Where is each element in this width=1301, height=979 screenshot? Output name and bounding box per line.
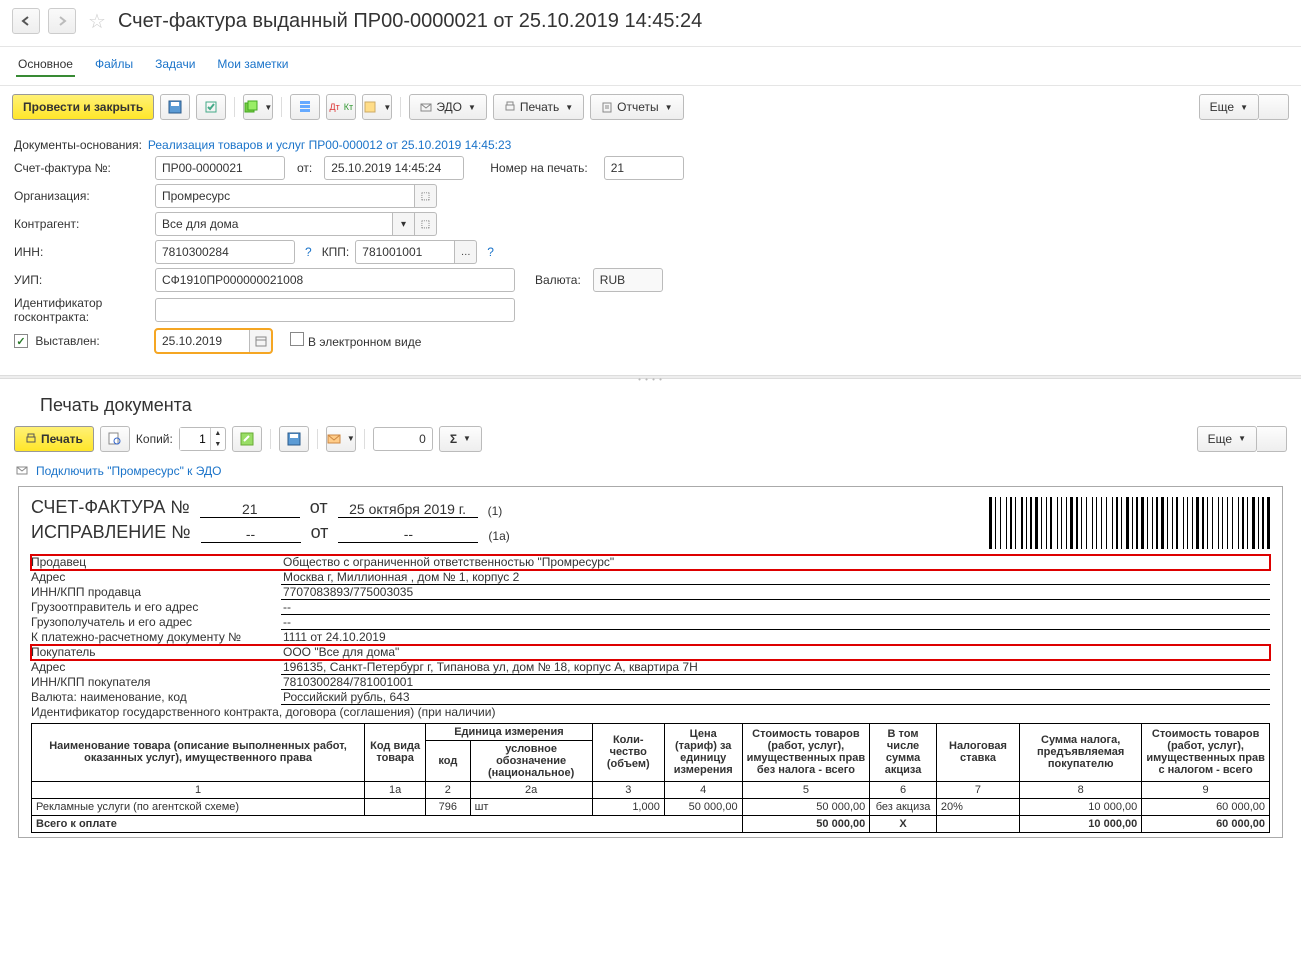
save-doc-button[interactable] xyxy=(279,426,309,452)
org-open-button[interactable]: ⬚ xyxy=(415,184,437,208)
kpp-select-button[interactable]: … xyxy=(455,240,477,264)
invoice-no-field[interactable]: ПР00-0000021 xyxy=(155,156,285,180)
counterparty-select-button[interactable]: ▾ xyxy=(393,212,415,236)
attach-button[interactable]: ▼ xyxy=(362,94,392,120)
doc-kv-row: Валюта: наименование, кодРоссийский рубл… xyxy=(31,690,1270,705)
preview-button[interactable] xyxy=(100,426,130,452)
uip-label: УИП: xyxy=(14,273,149,287)
sf-line1a: (1а) xyxy=(488,529,509,543)
tab-tasks[interactable]: Задачи xyxy=(153,53,197,77)
save-button[interactable] xyxy=(160,94,190,120)
help-button-2[interactable] xyxy=(1257,426,1287,452)
sf-no: 21 xyxy=(200,501,300,518)
issued-date-field[interactable]: 25.10.2019 xyxy=(155,329,250,353)
kpp-field[interactable]: 781001001 xyxy=(355,240,455,264)
reports-button[interactable]: Отчеты▼ xyxy=(590,94,683,120)
goscontract-field[interactable] xyxy=(155,298,515,322)
help-button[interactable] xyxy=(1259,94,1289,120)
page-title: Счет-фактура выданный ПР00-0000021 от 25… xyxy=(118,10,702,33)
invoice-no-label: Счет-фактура №: xyxy=(14,161,149,175)
edo-icon xyxy=(16,464,30,478)
sf-date: 25 октября 2019 г. xyxy=(338,501,478,518)
doc-kv-row: К платежно-расчетному документу №1111 от… xyxy=(31,630,1270,645)
goscontract-label: Идентификатор госконтракта: xyxy=(14,296,149,325)
doc-kv-row: АдресМосква г, Миллионная , дом № 1, кор… xyxy=(31,570,1270,585)
doc-kv-row: ИНН/КПП продавца7707083893/775003035 xyxy=(31,585,1270,600)
issued-checkbox[interactable] xyxy=(14,334,28,348)
barcode xyxy=(989,497,1270,549)
currency-field: RUB xyxy=(593,268,663,292)
copies-label: Копий: xyxy=(136,432,173,446)
edit-cell-button[interactable] xyxy=(232,426,262,452)
create-based-on-button[interactable]: ▼ xyxy=(243,94,273,120)
sigma-button[interactable]: Σ▼ xyxy=(439,426,482,452)
from-date-field[interactable]: 25.10.2019 14:45:24 xyxy=(324,156,464,180)
favorite-star-icon[interactable]: ☆ xyxy=(88,9,106,34)
edo-button[interactable]: ЭДО▼ xyxy=(409,94,487,120)
kpp-label: КПП: xyxy=(322,245,350,259)
more-button-2[interactable]: Еще▼ xyxy=(1197,426,1257,452)
structure-button[interactable] xyxy=(290,94,320,120)
dt-kt-button[interactable]: ДтКт xyxy=(326,94,356,120)
post-and-close-button[interactable]: Провести и закрыть xyxy=(12,94,154,120)
sf-ot: от xyxy=(310,497,328,518)
sf-line1: (1) xyxy=(488,504,503,518)
inn-label: ИНН: xyxy=(14,245,149,259)
inn-field[interactable]: 7810300284 xyxy=(155,240,295,264)
nav-forward-button[interactable] xyxy=(48,8,76,34)
tab-files[interactable]: Файлы xyxy=(93,53,135,77)
corr-ot: от xyxy=(311,522,329,543)
sf-label: СЧЕТ-ФАКТУРА № xyxy=(31,497,190,518)
print-section-title: Печать документа xyxy=(0,385,1301,422)
doc-kv-row: ИНН/КПП покупателя7810300284/781001001 xyxy=(31,675,1270,690)
goscontract-line: Идентификатор государственного контракта… xyxy=(31,705,1270,719)
document-preview: СЧЕТ-ФАКТУРА № 21 от 25 октября 2019 г. … xyxy=(18,486,1283,838)
tab-main[interactable]: Основное xyxy=(16,53,75,77)
corr-date: -- xyxy=(338,526,478,543)
print-no-field[interactable]: 21 xyxy=(604,156,684,180)
print-no-label: Номер на печать: xyxy=(490,161,587,175)
doc-kv-row: ПокупательООО "Все для дома" xyxy=(31,645,1270,660)
tab-notes[interactable]: Мои заметки xyxy=(215,53,290,77)
print-button[interactable]: Печать▼ xyxy=(493,94,584,120)
inn-help-icon[interactable]: ? xyxy=(305,245,312,259)
copies-spinner[interactable]: ▲▼ xyxy=(179,427,226,451)
uip-field[interactable]: СФ1910ПР000000021008 xyxy=(155,268,515,292)
items-table: Наименование товара (описание выполненны… xyxy=(31,723,1270,833)
issued-label: Выставлен: xyxy=(14,334,149,349)
counterparty-label: Контрагент: xyxy=(14,217,149,231)
from-label: от: xyxy=(297,161,312,175)
doc-kv-row: Грузоотправитель и его адрес-- xyxy=(31,600,1270,615)
doc-kv-row: ПродавецОбщество с ограниченной ответств… xyxy=(31,555,1270,570)
print-doc-button[interactable]: Печать xyxy=(14,426,94,452)
more-button[interactable]: Еще▼ xyxy=(1199,94,1259,120)
electronic-checkbox[interactable] xyxy=(290,332,304,346)
currency-label: Валюта: xyxy=(535,273,581,287)
doc-kv-row: Адрес196135, Санкт-Петербург г, Типанова… xyxy=(31,660,1270,675)
counterparty-open-button[interactable]: ⬚ xyxy=(415,212,437,236)
doc-kv-row: Грузополучатель и его адрес-- xyxy=(31,615,1270,630)
email-button[interactable]: ▼ xyxy=(326,426,356,452)
corr-no: -- xyxy=(201,526,301,543)
nav-back-button[interactable] xyxy=(12,8,40,34)
org-field[interactable]: Промресурс xyxy=(155,184,415,208)
electronic-label: В электронном виде xyxy=(308,335,421,349)
connect-edo-link[interactable]: Подключить "Промресурс" к ЭДО xyxy=(36,464,221,478)
issued-date-picker-button[interactable] xyxy=(250,329,272,353)
counterparty-field[interactable]: Все для дома xyxy=(155,212,393,236)
post-button[interactable] xyxy=(196,94,226,120)
org-label: Организация: xyxy=(14,189,149,203)
corr-label: ИСПРАВЛЕНИЕ № xyxy=(31,522,191,543)
sum-field[interactable]: 0 xyxy=(373,427,433,451)
copies-input xyxy=(180,428,210,450)
basis-label: Документы-основания: xyxy=(14,138,142,152)
basis-link[interactable]: Реализация товаров и услуг ПР00-000012 о… xyxy=(148,138,511,152)
kpp-help-icon[interactable]: ? xyxy=(487,245,494,259)
